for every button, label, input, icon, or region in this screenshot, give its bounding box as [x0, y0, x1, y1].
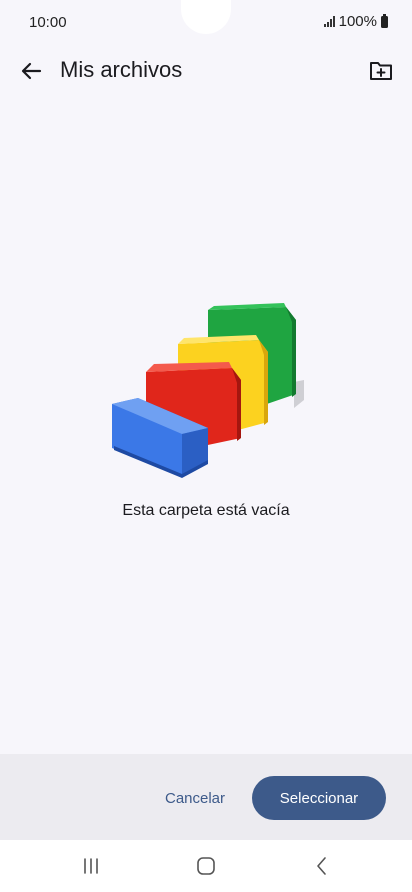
back-button[interactable] — [16, 56, 46, 86]
system-nav-bar — [0, 840, 412, 892]
camera-notch — [181, 0, 231, 34]
back-nav-icon — [317, 857, 326, 875]
app-bar: Mis archivos — [0, 50, 412, 92]
battery-percent: 100% — [338, 13, 377, 30]
recents-button[interactable] — [71, 850, 111, 882]
bottom-action-bar: Cancelar Seleccionar — [0, 754, 412, 840]
back-nav-button[interactable] — [302, 850, 342, 882]
battery-icon — [381, 13, 388, 28]
status-indicators: 100% — [323, 13, 388, 30]
arrow-left-icon — [21, 62, 42, 80]
select-button[interactable]: Seleccionar — [252, 776, 386, 820]
recents-icon — [84, 858, 98, 874]
empty-folder-message: Esta carpeta está vacía — [122, 502, 290, 519]
signal-icon — [323, 16, 335, 27]
status-time: 10:00 — [29, 14, 67, 31]
new-folder-button[interactable] — [366, 56, 396, 86]
new-folder-icon — [370, 62, 392, 80]
page-title: Mis archivos — [60, 57, 183, 82]
cancel-button[interactable]: Cancelar — [150, 776, 240, 820]
empty-folders-illustration — [112, 303, 304, 478]
home-icon — [197, 857, 215, 875]
home-button[interactable] — [186, 850, 226, 882]
status-bar: 10:00 100% — [0, 0, 412, 46]
